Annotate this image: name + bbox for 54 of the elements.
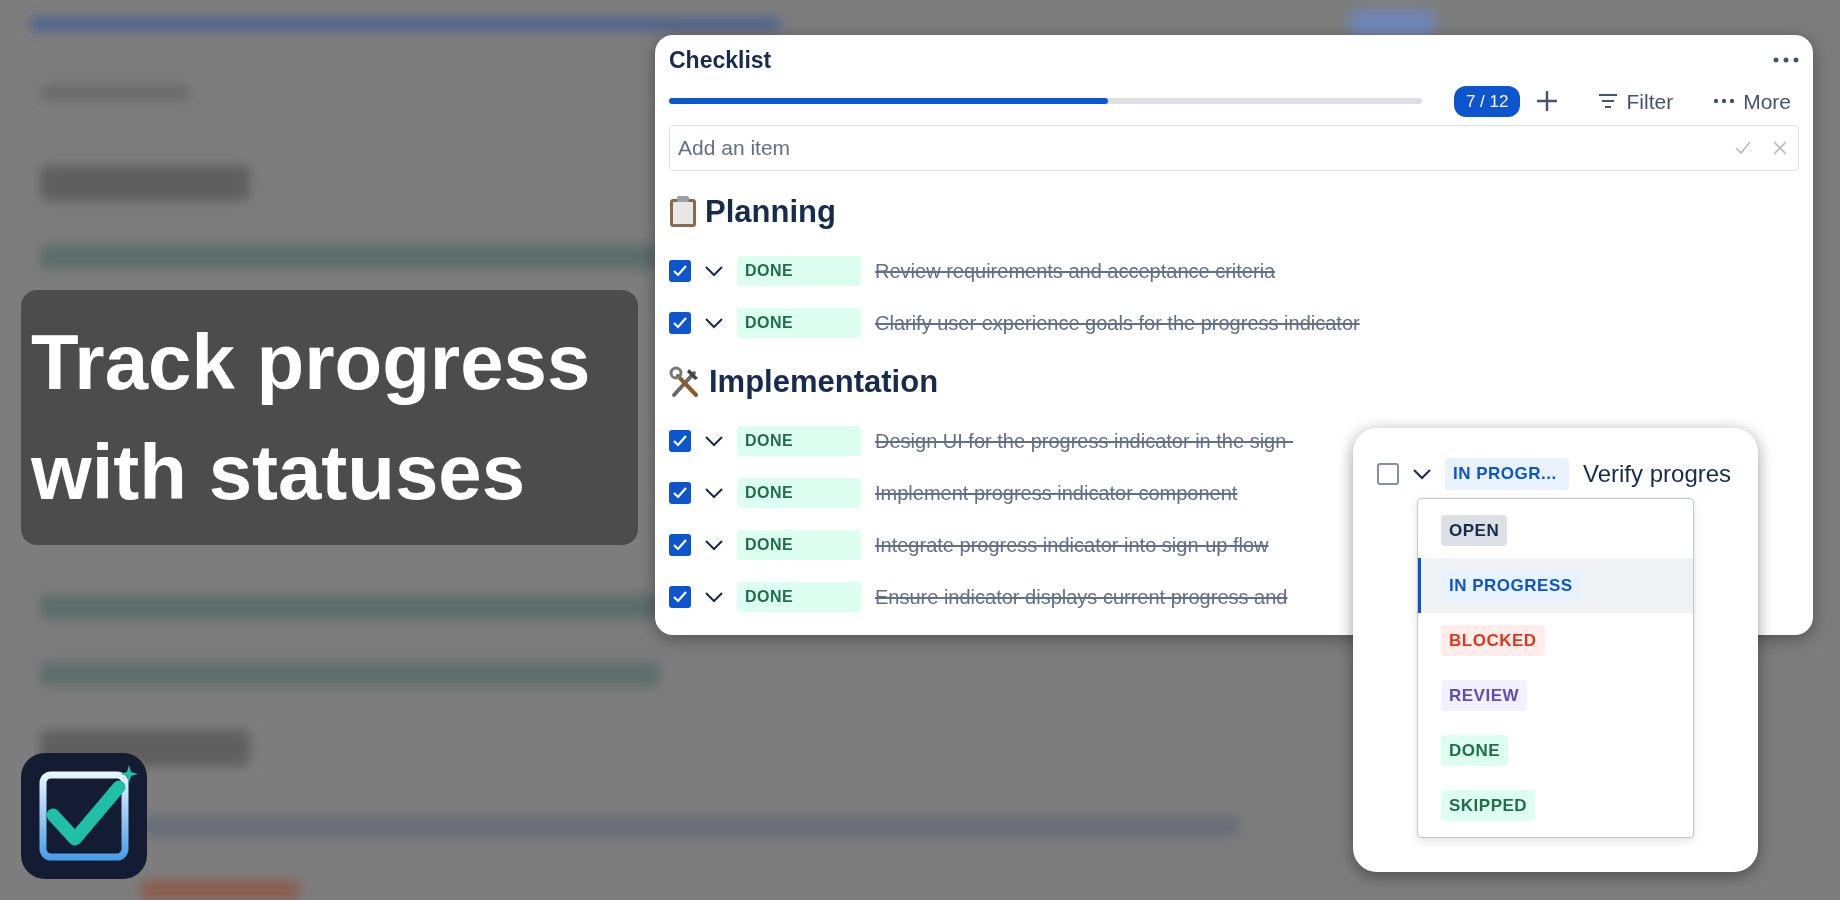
status-lozenge[interactable]: DONE [737,582,861,612]
item-text: Review requirements and acceptance criteria [875,259,1276,284]
section-heading: Planning [705,192,836,231]
checkmark-icon [673,591,687,603]
filter-button[interactable]: Filter [1590,85,1682,117]
more-icon [1713,98,1736,105]
status-lozenge[interactable]: DONE [737,308,861,338]
checkbox[interactable] [669,312,691,334]
checkbox[interactable] [669,260,691,282]
checkbox[interactable] [669,430,691,452]
chevron-icon[interactable] [705,487,723,499]
status-lozenge[interactable]: IN PROGR... [1445,458,1569,490]
checkbox[interactable] [1377,463,1399,485]
item-text: Clarify user experience goals for the progress indicator [875,311,1360,336]
checkmark-icon [673,539,687,551]
section-heading: Implementation [709,362,939,401]
chevron-icon[interactable] [1413,468,1431,480]
dropdown-option[interactable]: DONE [1418,723,1693,778]
dropdown-option[interactable]: SKIPPED [1418,778,1693,833]
more-button[interactable]: More [1705,85,1799,117]
count-badge: 7 / 12 [1453,85,1521,117]
chevron-icon[interactable] [705,539,723,551]
item-text: Implement progress indicator component [875,481,1238,506]
app-logo-icon [21,753,147,879]
item-text: Ensure indicator displays current progress and [875,585,1288,610]
checkbox[interactable] [669,534,691,556]
panel-title: Checklist [669,46,772,75]
checkmark-icon [673,435,687,447]
status-lozenge[interactable]: DONE [737,478,861,508]
add-icon[interactable] [1536,90,1559,113]
clipboard-icon [669,196,697,228]
item-text: Integrate progress indicator into sign-up flow [875,533,1269,558]
checkmark-icon [673,265,687,277]
item-text: Verify progres [1583,459,1732,489]
checkbox[interactable] [669,586,691,608]
status-lozenge[interactable]: DONE [737,426,861,456]
dropdown-option[interactable]: BLOCKED [1418,613,1693,668]
status-lozenge[interactable]: DONE [737,256,861,286]
more-icon[interactable] [1773,56,1799,65]
chevron-icon[interactable] [705,435,723,447]
chevron-icon[interactable] [705,265,723,277]
dropdown-option[interactable]: IN PROGRESS [1418,558,1693,613]
tools-icon [669,366,701,398]
dropdown-option[interactable]: OPEN [1418,503,1693,558]
headline: Track progress with statuses [31,317,592,518]
chevron-icon[interactable] [705,591,723,603]
status-lozenge[interactable]: DONE [737,530,861,560]
checkmark-icon [673,487,687,499]
checkbox[interactable] [669,482,691,504]
chevron-icon[interactable] [705,317,723,329]
checkmark-icon [673,317,687,329]
item-text: Design UI for the progress indicator in the sign- [875,429,1293,454]
filter-icon [1598,93,1619,110]
dropdown-option[interactable]: REVIEW [1418,668,1693,723]
